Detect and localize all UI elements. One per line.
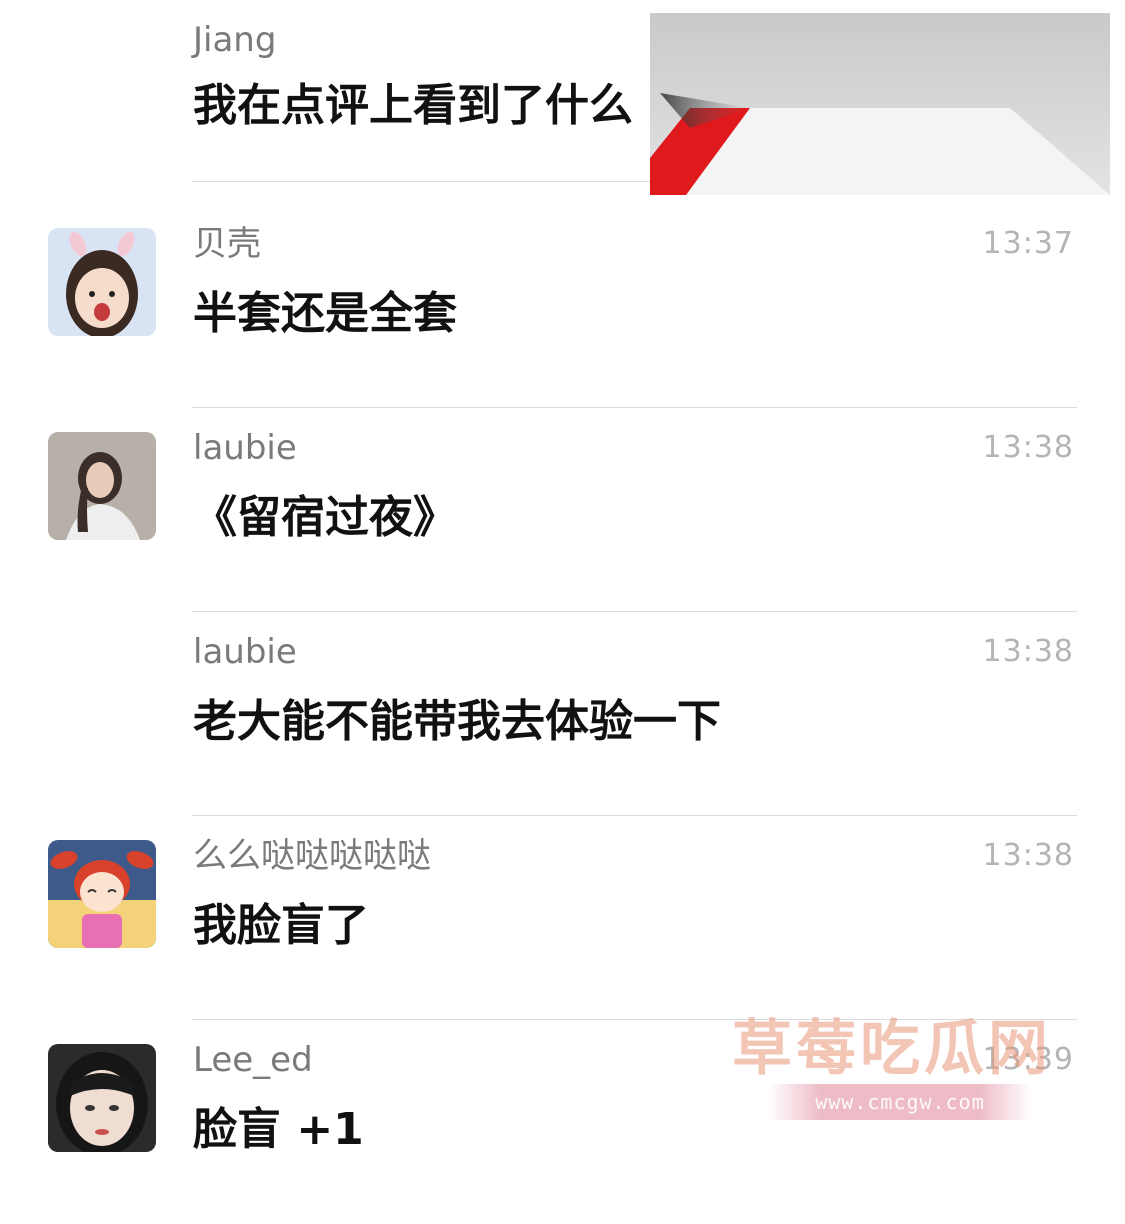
message-time: 13:38 <box>982 838 1074 873</box>
sender-name: laubie <box>193 632 297 672</box>
sender-name: 么么哒哒哒哒哒 <box>193 836 431 876</box>
message-text: 《留宿过夜》 <box>193 492 457 543</box>
watermark-url: www.cmcgw.com <box>768 1084 1032 1120</box>
message-row[interactable]: laubie 13:38 老大能不能带我去体验一下 <box>0 612 1125 816</box>
message-text: 脸盲 +1 <box>193 1104 364 1155</box>
message-row[interactable]: laubie 13:38 《留宿过夜》 <box>0 408 1125 612</box>
avatar[interactable] <box>48 228 156 336</box>
message-text: 老大能不能带我去体验一下 <box>193 696 721 747</box>
message-text: 半套还是全套 <box>193 288 457 339</box>
shared-image-graphic <box>650 13 1110 195</box>
watermark-title: 草莓吃瓜网 <box>732 1014 1052 1084</box>
sender-name: Lee_ed <box>193 1040 313 1080</box>
sender-name: 贝壳 <box>193 224 261 264</box>
sender-name: laubie <box>193 428 297 468</box>
message-row[interactable]: 么么哒哒哒哒哒 13:38 我脸盲了 <box>0 816 1125 1020</box>
message-row[interactable]: 贝壳 13:37 半套还是全套 <box>0 204 1125 408</box>
avatar-girl-helmet-image <box>48 1044 156 1152</box>
message-time: 13:38 <box>982 634 1074 669</box>
avatar[interactable] <box>48 1044 156 1152</box>
message-time: 13:38 <box>982 430 1074 465</box>
sender-name: Jiang <box>193 20 277 60</box>
message-time: 13:37 <box>982 226 1074 261</box>
avatar-woman-photo-image <box>48 432 156 540</box>
message-text: 我在点评上看到了什么 <box>193 80 633 131</box>
watermark: 草莓吃瓜网 www.cmcgw.com <box>720 1000 1080 1130</box>
shared-image-thumbnail[interactable] <box>650 13 1110 195</box>
avatar[interactable] <box>48 432 156 540</box>
avatar-girl-bunny-ears-image <box>48 228 156 336</box>
avatar-cartoon-girl-image <box>48 840 156 948</box>
avatar[interactable] <box>48 840 156 948</box>
message-text: 我脸盲了 <box>193 900 369 951</box>
